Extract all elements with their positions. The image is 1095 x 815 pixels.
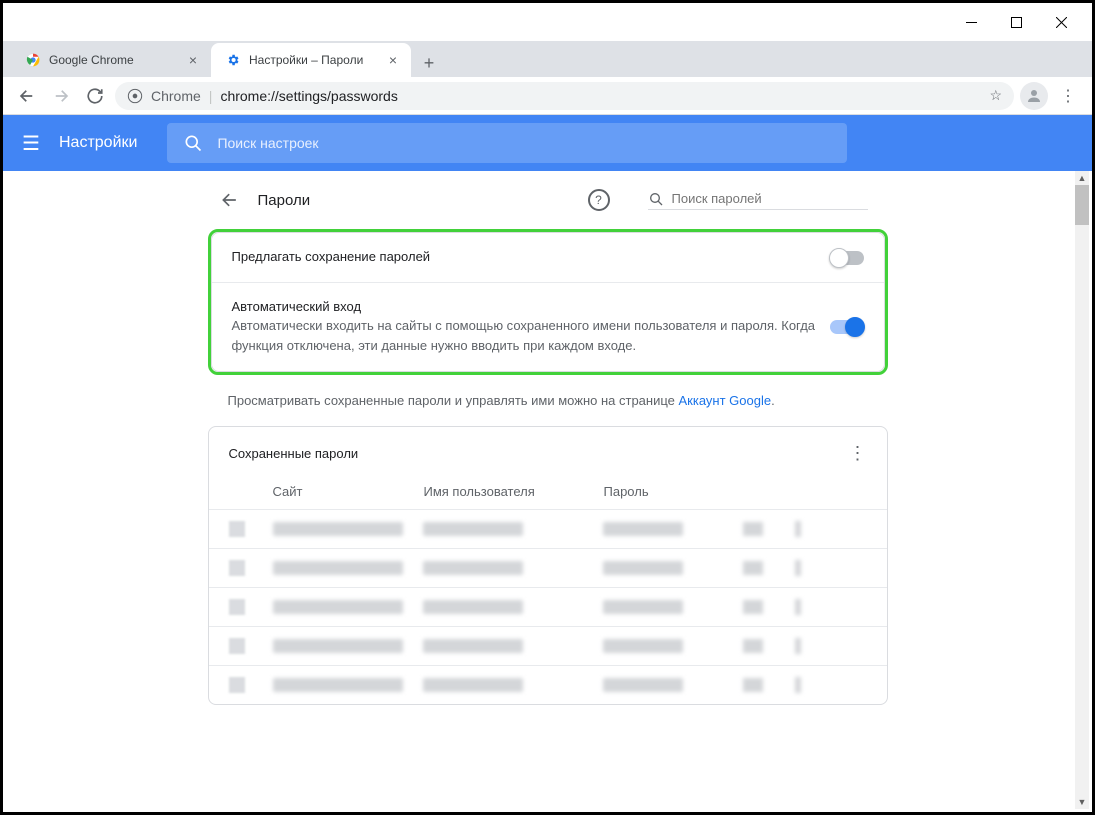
site-favicon: [229, 521, 245, 537]
url-text: chrome://settings/passwords: [220, 88, 397, 104]
site-name: [273, 600, 403, 614]
reveal-password-icon[interactable]: [743, 600, 763, 614]
reveal-password-icon[interactable]: [743, 561, 763, 575]
password-mask: [603, 639, 683, 653]
col-site: Сайт: [229, 484, 424, 499]
kebab-menu-icon[interactable]: [795, 599, 801, 615]
kebab-menu-icon[interactable]: [795, 677, 801, 693]
back-button[interactable]: [13, 82, 41, 110]
col-user: Имя пользователя: [424, 484, 604, 499]
settings-header: ☰ Настройки: [3, 115, 1092, 171]
site-favicon: [229, 599, 245, 615]
password-mask: [603, 600, 683, 614]
scroll-up-icon[interactable]: ▲: [1075, 171, 1089, 185]
kebab-menu-icon[interactable]: [795, 521, 801, 537]
bookmark-star-icon[interactable]: ☆: [989, 87, 1002, 104]
username: [423, 561, 523, 575]
profile-avatar[interactable]: [1020, 82, 1048, 110]
site-name: [273, 522, 403, 536]
site-favicon: [229, 560, 245, 576]
minimize-button[interactable]: [949, 7, 994, 37]
site-name: [273, 561, 403, 575]
google-account-link[interactable]: Аккаунт Google: [679, 393, 772, 408]
info-text: Просматривать сохраненные пароли и управ…: [208, 375, 888, 426]
site-name: [273, 639, 403, 653]
password-search[interactable]: [648, 191, 868, 210]
kebab-menu-icon[interactable]: ⋮: [1054, 86, 1082, 106]
auto-signin-row: Автоматический вход Автоматически входит…: [212, 283, 884, 371]
reveal-password-icon[interactable]: [743, 522, 763, 536]
help-icon[interactable]: ?: [588, 189, 610, 211]
password-mask: [603, 561, 683, 575]
offer-save-row: Предлагать сохранение паролей: [212, 233, 884, 283]
password-row[interactable]: [209, 665, 887, 704]
close-icon[interactable]: ×: [189, 52, 197, 68]
col-pass: Пароль: [604, 484, 764, 499]
scrollbar[interactable]: ▲ ▼: [1075, 171, 1089, 809]
gear-icon: [225, 52, 241, 68]
back-arrow-icon[interactable]: [220, 190, 240, 210]
settings-search-input[interactable]: [217, 135, 831, 151]
new-tab-button[interactable]: +: [415, 49, 443, 77]
username: [423, 522, 523, 536]
page-title: Пароли: [258, 192, 311, 209]
settings-search[interactable]: [167, 123, 847, 163]
tab-title: Настройки – Пароли: [249, 53, 363, 67]
site-favicon: [229, 638, 245, 654]
browser-toolbar: Chrome | chrome://settings/passwords ☆ ⋮: [3, 77, 1092, 115]
address-bar[interactable]: Chrome | chrome://settings/passwords ☆: [115, 82, 1014, 110]
reload-button[interactable]: [81, 82, 109, 110]
scroll-down-icon[interactable]: ▼: [1075, 795, 1089, 809]
chrome-icon: [127, 88, 143, 104]
password-search-input[interactable]: [672, 191, 868, 206]
kebab-menu-icon[interactable]: [795, 638, 801, 654]
search-icon: [648, 191, 664, 207]
chrome-icon: [25, 52, 41, 68]
window-titlebar: [3, 3, 1092, 41]
passwords-card: Пароли ? Предлагать сохранение паролей А…: [208, 181, 888, 812]
card-header: Пароли ?: [208, 181, 888, 229]
hamburger-menu-icon[interactable]: ☰: [3, 131, 59, 156]
auto-signin-title: Автоматический вход: [232, 299, 830, 314]
close-icon[interactable]: ×: [389, 52, 397, 68]
kebab-menu-icon[interactable]: ⋮: [849, 443, 867, 464]
kebab-menu-icon[interactable]: [795, 560, 801, 576]
maximize-button[interactable]: [994, 7, 1039, 37]
username: [423, 600, 523, 614]
browser-tab-active[interactable]: Настройки – Пароли ×: [211, 43, 411, 77]
url-origin: Chrome: [151, 88, 201, 104]
content-area: Пароли ? Предлагать сохранение паролей А…: [3, 171, 1092, 812]
reveal-password-icon[interactable]: [743, 639, 763, 653]
reveal-password-icon[interactable]: [743, 678, 763, 692]
close-button[interactable]: [1039, 7, 1084, 37]
saved-passwords-box: Сохраненные пароли ⋮ Сайт Имя пользовате…: [208, 426, 888, 705]
site-favicon: [229, 677, 245, 693]
username: [423, 639, 523, 653]
browser-tab[interactable]: Google Chrome ×: [11, 43, 211, 77]
search-icon: [183, 133, 203, 153]
offer-save-toggle[interactable]: [830, 251, 864, 265]
site-name: [273, 678, 403, 692]
password-mask: [603, 522, 683, 536]
auto-signin-toggle[interactable]: [830, 320, 864, 334]
forward-button[interactable]: [47, 82, 75, 110]
highlighted-settings: Предлагать сохранение паролей Автоматиче…: [208, 229, 888, 375]
password-row[interactable]: [209, 548, 887, 587]
saved-passwords-title: Сохраненные пароли: [229, 446, 359, 461]
table-header: Сайт Имя пользователя Пароль: [209, 474, 887, 509]
password-row[interactable]: [209, 626, 887, 665]
scroll-thumb[interactable]: [1075, 185, 1089, 225]
offer-save-title: Предлагать сохранение паролей: [232, 249, 830, 264]
password-mask: [603, 678, 683, 692]
tab-title: Google Chrome: [49, 53, 134, 67]
username: [423, 678, 523, 692]
password-row[interactable]: [209, 587, 887, 626]
auto-signin-desc: Автоматически входить на сайты с помощью…: [232, 316, 830, 355]
tab-strip: Google Chrome × Настройки – Пароли × +: [3, 41, 1092, 77]
password-row[interactable]: [209, 509, 887, 548]
settings-title: Настройки: [59, 134, 137, 152]
